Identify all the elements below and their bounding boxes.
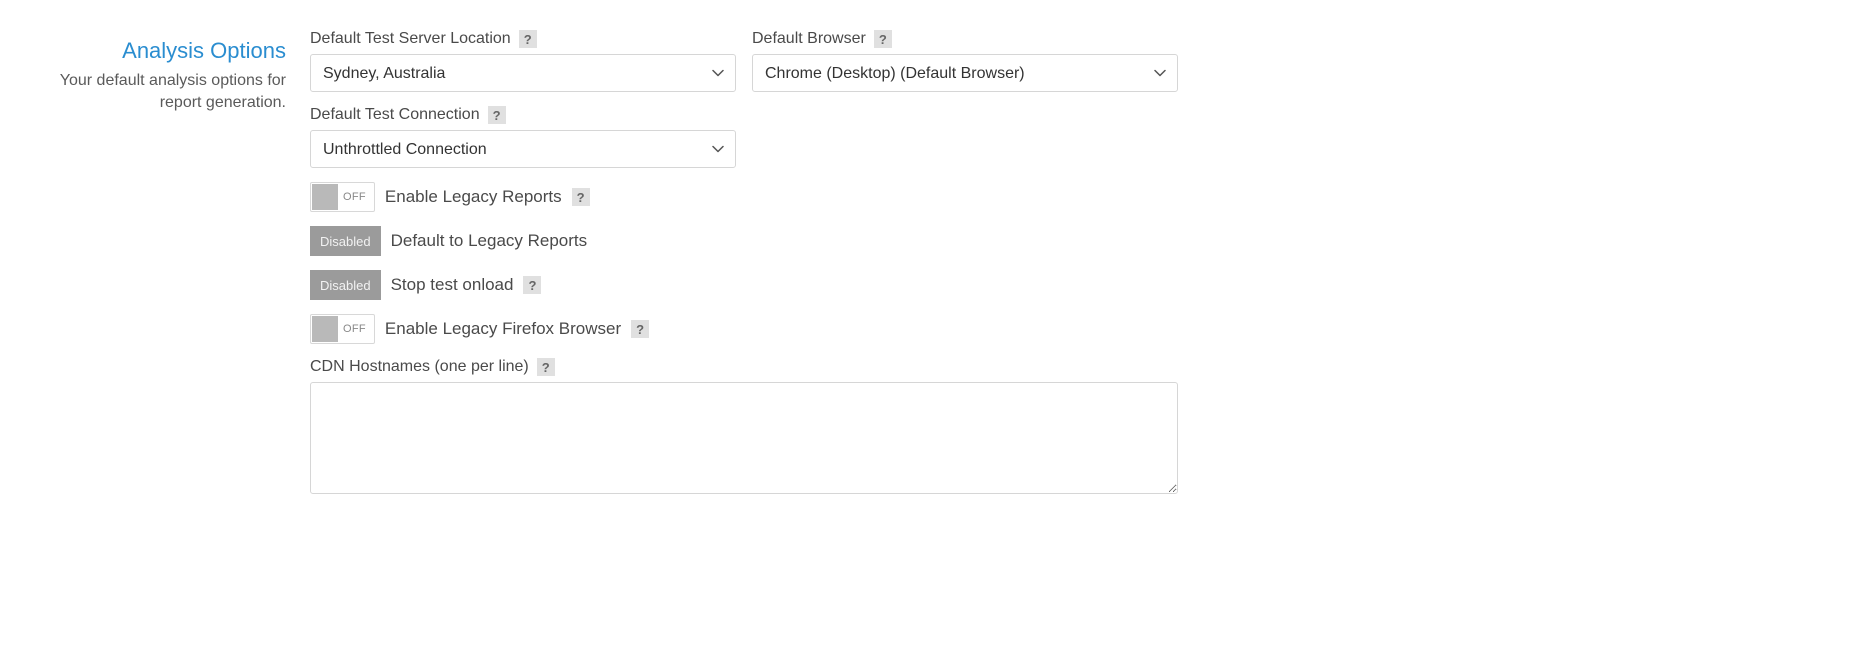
help-icon[interactable]: ?	[488, 106, 506, 124]
connection-select[interactable]: Unthrottled Connection	[310, 130, 736, 168]
server-location-select[interactable]: Sydney, Australia	[310, 54, 736, 92]
enable-legacy-reports-label: Enable Legacy Reports	[385, 187, 562, 207]
help-icon[interactable]: ?	[572, 188, 590, 206]
section-title: Analysis Options	[20, 38, 286, 64]
enable-legacy-reports-toggle[interactable]: OFF	[310, 182, 375, 212]
help-icon[interactable]: ?	[519, 30, 537, 48]
help-icon[interactable]: ?	[631, 320, 649, 338]
stop-test-onload-label: Stop test onload	[391, 275, 514, 295]
connection-label: Default Test Connection	[310, 106, 480, 124]
default-legacy-reports-label: Default to Legacy Reports	[391, 231, 588, 251]
enable-legacy-firefox-label: Enable Legacy Firefox Browser	[385, 319, 621, 339]
help-icon[interactable]: ?	[874, 30, 892, 48]
toggle-knob	[312, 316, 338, 342]
help-icon[interactable]: ?	[523, 276, 541, 294]
toggle-state-text: OFF	[339, 323, 374, 335]
enable-legacy-firefox-toggle[interactable]: OFF	[310, 314, 375, 344]
help-icon[interactable]: ?	[537, 358, 555, 376]
toggle-state-text: OFF	[339, 191, 374, 203]
server-location-label: Default Test Server Location	[310, 30, 511, 48]
browser-select[interactable]: Chrome (Desktop) (Default Browser)	[752, 54, 1178, 92]
stop-test-onload-toggle: Disabled	[310, 270, 381, 300]
cdn-hostnames-textarea[interactable]	[310, 382, 1178, 494]
browser-label: Default Browser	[752, 30, 866, 48]
toggle-knob	[312, 184, 338, 210]
default-legacy-reports-toggle: Disabled	[310, 226, 381, 256]
section-description: Your default analysis options for report…	[20, 70, 286, 115]
cdn-hostnames-label: CDN Hostnames (one per line)	[310, 358, 529, 376]
